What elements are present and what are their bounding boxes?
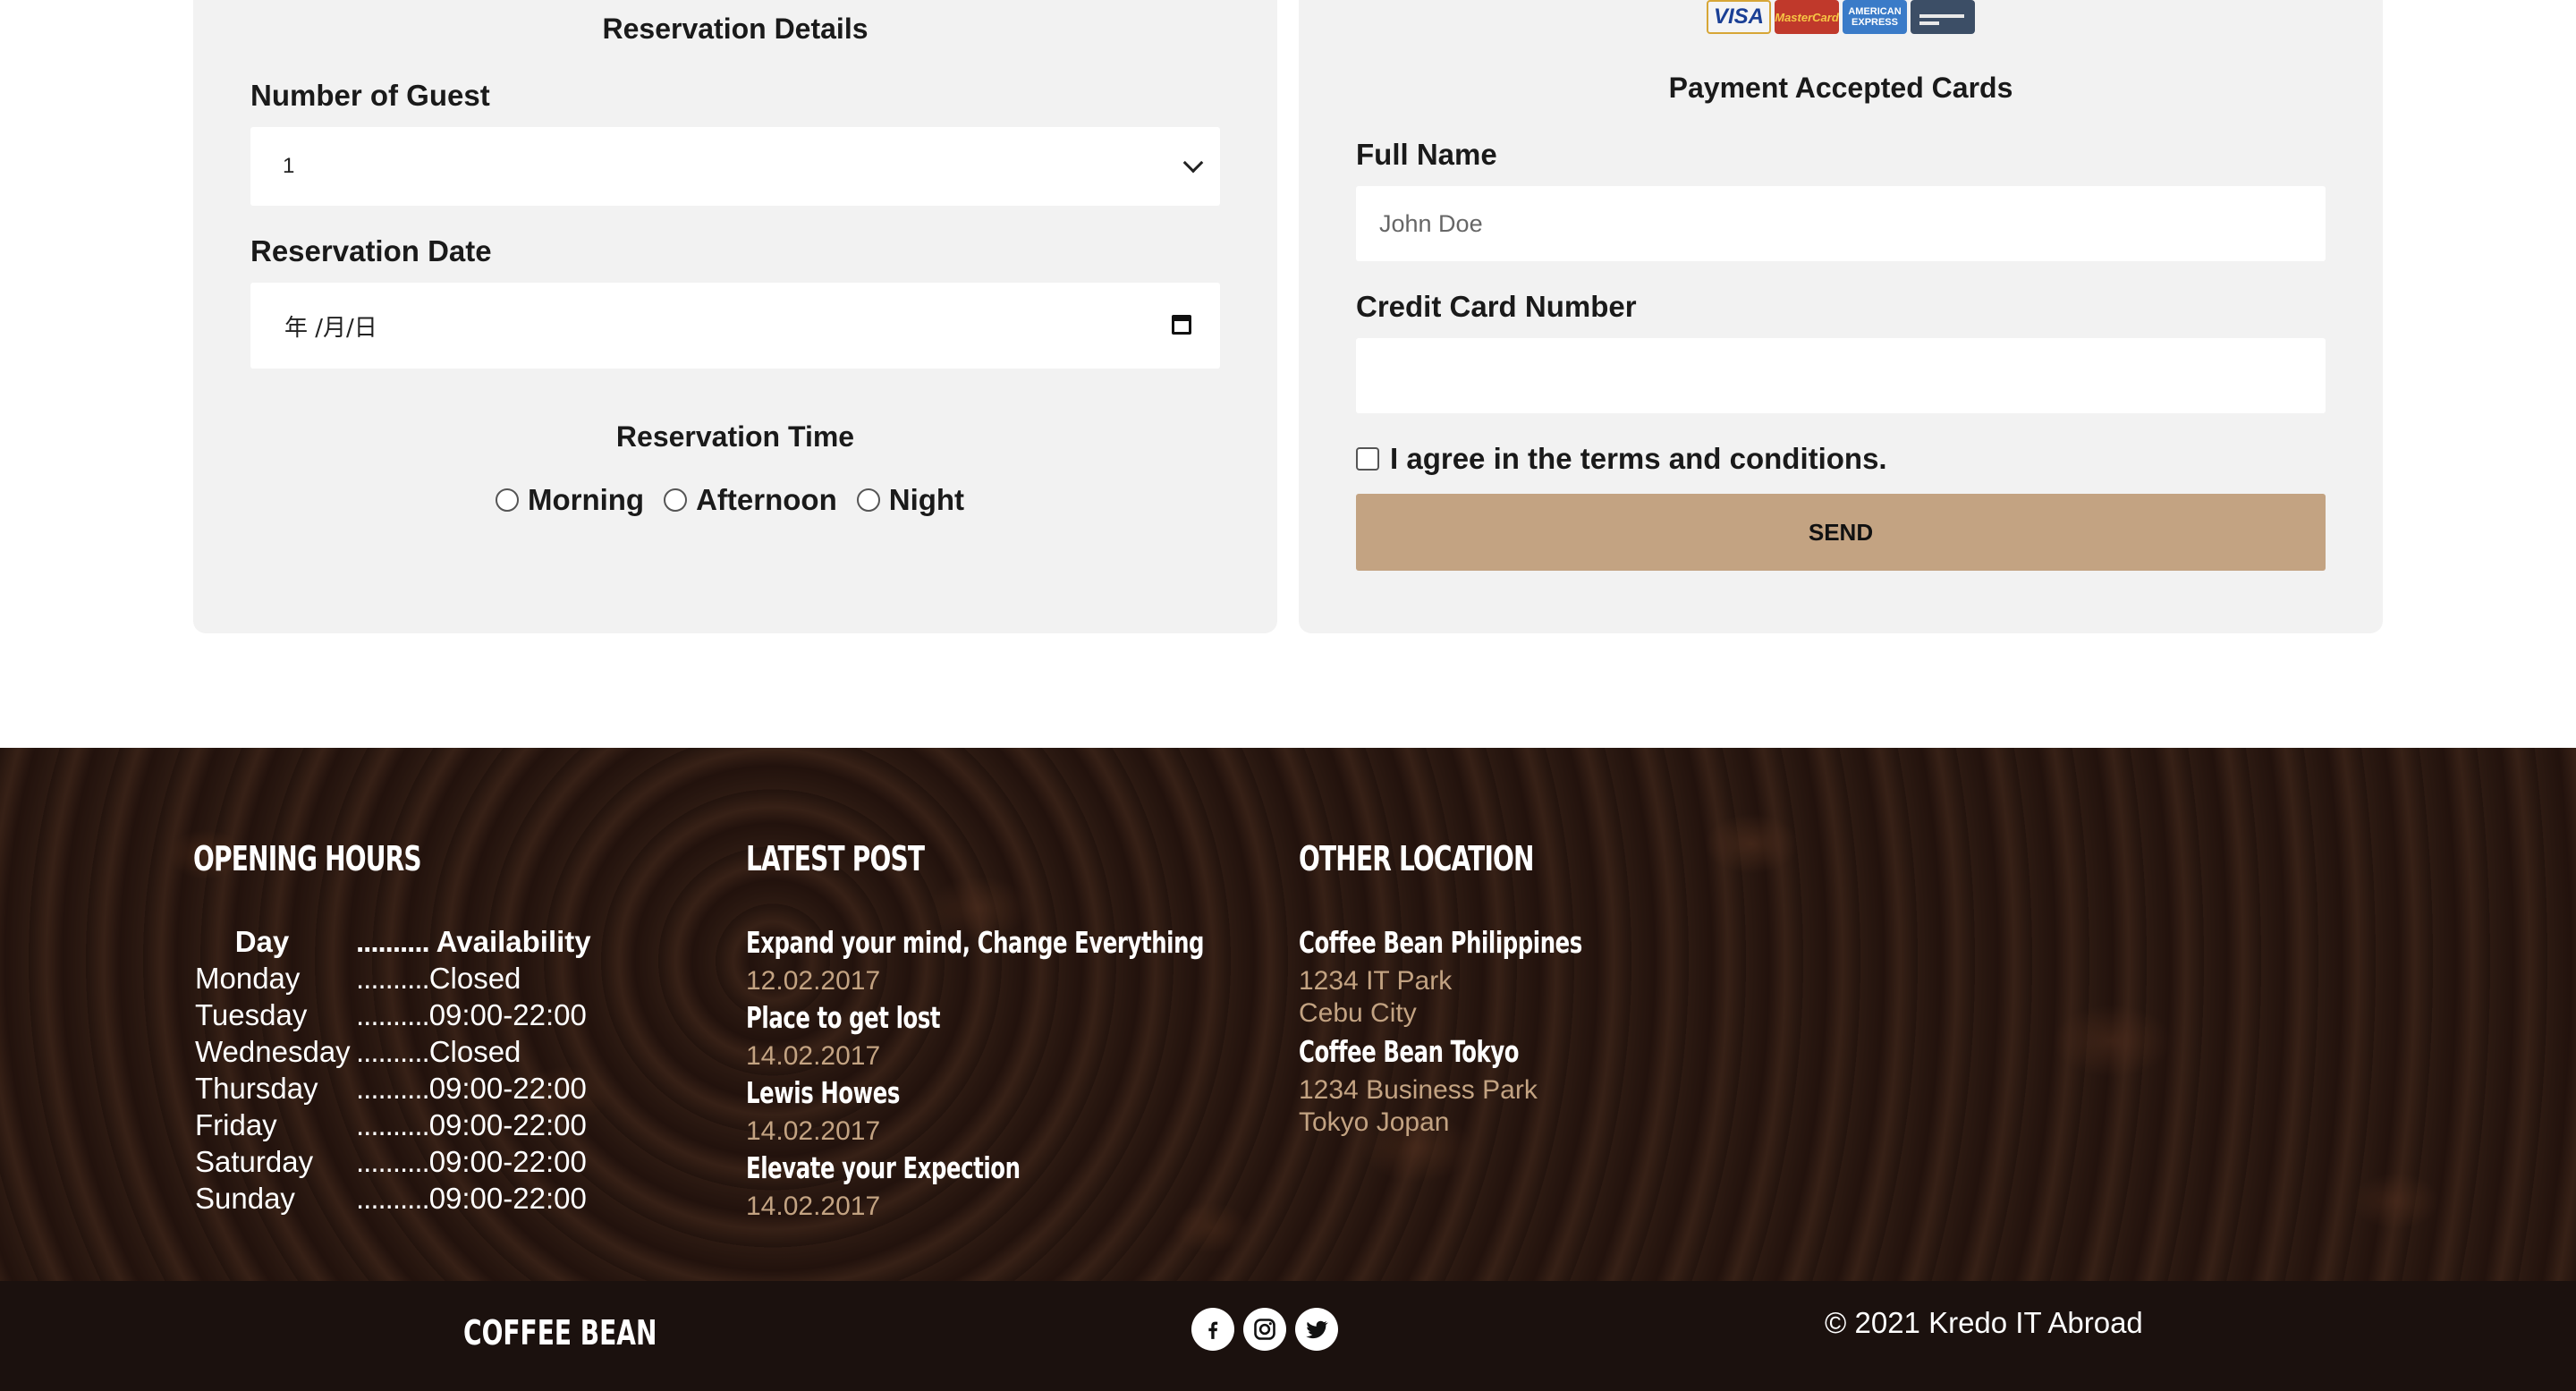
day-column-header: Day — [234, 925, 290, 958]
other-location-heading: OTHER LOCATION — [1299, 839, 1535, 878]
amex-card-icon: AMERICAN EXPRESS — [1843, 0, 1907, 34]
terms-checkbox[interactable] — [1356, 447, 1379, 471]
radio-afternoon[interactable] — [664, 488, 688, 512]
send-button[interactable]: SEND — [1356, 494, 2326, 571]
fullname-input[interactable]: John Doe — [1356, 186, 2326, 261]
card-number-label: Credit Card Number — [1356, 290, 1637, 323]
table-row: Sunday ..........09:00-22:00 — [195, 1182, 587, 1215]
time-label: Reservation Time — [615, 420, 855, 453]
radio-morning-label[interactable]: Morning — [528, 483, 644, 517]
post-date: 12.02.2017 — [746, 966, 881, 996]
footer: OPENING HOURS Day .......... Availabilit… — [0, 748, 2576, 1281]
latest-post-heading: LATEST POST — [746, 839, 925, 878]
post-date: 14.02.2017 — [746, 1116, 881, 1146]
guest-select[interactable]: 1 — [250, 127, 1220, 206]
accepted-cards: VISA MasterCard AMERICAN EXPRESS — [1707, 0, 1975, 34]
fullname-label: Full Name — [1356, 138, 1497, 171]
location-address: 1234 IT Park — [1299, 966, 1453, 996]
date-placeholder: 年 /月/日 — [284, 314, 377, 342]
table-row: Wednesday ..........Closed — [195, 1035, 521, 1068]
table-row: Thursday ..........09:00-22:00 — [195, 1072, 587, 1105]
post-date: 14.02.2017 — [746, 1041, 881, 1071]
visa-card-icon: VISA — [1707, 0, 1771, 34]
guest-value: 1 — [283, 154, 295, 178]
payment-card: VISA MasterCard AMERICAN EXPRESS Payment… — [1299, 0, 2383, 633]
location-city: Cebu City — [1299, 998, 1417, 1028]
payment-title: Payment Accepted Cards — [1668, 72, 2013, 104]
terms-row: I agree in the terms and conditions. — [1356, 442, 1887, 476]
radio-morning[interactable] — [495, 488, 519, 512]
facebook-icon[interactable] — [1191, 1308, 1234, 1351]
card-number-input[interactable] — [1356, 338, 2326, 413]
post-title-link[interactable]: Expand your mind, Change Everything — [746, 925, 1204, 960]
post-title-link[interactable]: Place to get lost — [746, 1000, 941, 1035]
location-name: Coffee Bean Tokyo — [1299, 1034, 1520, 1069]
reservation-card: Reservation Details Number of Guest 1 Re… — [193, 0, 1277, 633]
location-address: 1234 Business Park — [1299, 1075, 1538, 1105]
availability-column-header: .......... Availability — [356, 925, 591, 958]
terms-label[interactable]: I agree in the terms and conditions. — [1390, 442, 1887, 476]
location-city: Tokyo Jopan — [1299, 1107, 1450, 1137]
generic-card-icon — [1911, 0, 1975, 34]
mastercard-icon: MasterCard — [1775, 0, 1839, 34]
location-name: Coffee Bean Philippines — [1299, 925, 1582, 960]
radio-afternoon-label[interactable]: Afternoon — [696, 483, 837, 517]
hours-header-row: Day .......... Availability — [195, 923, 591, 960]
chevron-down-icon — [1182, 152, 1204, 174]
calendar-icon[interactable] — [1172, 315, 1191, 335]
table-row: Monday ..........Closed — [195, 962, 521, 995]
radio-night-label[interactable]: Night — [889, 483, 964, 517]
instagram-icon[interactable] — [1243, 1308, 1286, 1351]
reservation-title: Reservation Details — [602, 13, 869, 45]
table-row: Friday ..........09:00-22:00 — [195, 1108, 587, 1141]
post-title-link[interactable]: Elevate your Expection — [746, 1150, 1021, 1185]
time-radio-group: Morning Afternoon Night — [193, 483, 1277, 517]
table-row: Tuesday ..........09:00-22:00 — [195, 998, 587, 1031]
table-row: Saturday ..........09:00-22:00 — [195, 1145, 587, 1178]
date-label: Reservation Date — [250, 234, 492, 267]
footer-bar: COFFEE BEAN © 2021 Kredo IT Abroad — [0, 1281, 2576, 1391]
post-date: 14.02.2017 — [746, 1192, 881, 1221]
fullname-placeholder: John Doe — [1379, 209, 1483, 237]
date-input[interactable]: 年 /月/日 — [250, 283, 1220, 369]
copyright-text: © 2021 Kredo IT Abroad — [1825, 1306, 2143, 1339]
radio-night[interactable] — [856, 488, 880, 512]
opening-hours-heading: OPENING HOURS — [193, 839, 422, 878]
guest-label: Number of Guest — [250, 79, 490, 112]
brand-logo-text[interactable]: COFFEE BEAN — [463, 1313, 657, 1353]
opening-hours-table: Day .......... Availability Monday......… — [195, 923, 591, 1217]
post-title-link[interactable]: Lewis Howes — [746, 1075, 900, 1110]
twitter-icon[interactable] — [1295, 1308, 1338, 1351]
